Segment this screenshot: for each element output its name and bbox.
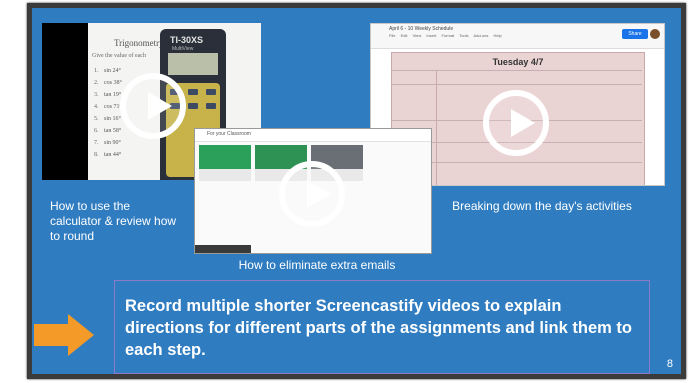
video-controls[interactable]: [195, 245, 251, 253]
slide-page-number: 8: [666, 358, 673, 370]
doc-menu-item[interactable]: Edit: [401, 33, 408, 38]
play-icon[interactable]: [279, 161, 345, 227]
doc-filename: April 6 - 10 Weekly Schedule: [389, 26, 454, 32]
doc-menu-item[interactable]: File: [389, 33, 395, 38]
calculator-brand-label: TI-30XS: [170, 35, 204, 45]
calculator-key: [188, 103, 198, 109]
share-button[interactable]: Share: [622, 29, 648, 39]
video-thumbnail-emails[interactable]: For your Classroom: [194, 128, 432, 254]
table-row: [391, 84, 642, 85]
doc-toolbar: April 6 - 10 Weekly Schedule File Edit V…: [371, 24, 664, 49]
classroom-header-text: For your Classroom: [207, 131, 251, 137]
callout-text: Record multiple shorter Screencastify vi…: [125, 297, 632, 359]
doc-menu-item[interactable]: Tools: [459, 33, 468, 38]
calculator-screen: [168, 53, 218, 75]
doc-title: Tuesday 4/7: [492, 57, 544, 67]
video-caption-calculator: How to use the calculator & review how t…: [50, 199, 177, 243]
play-icon[interactable]: [483, 90, 549, 156]
presentation-slide: Trigonometry Workshe Give the value of e…: [27, 3, 686, 379]
worksheet-subtitle: Give the value of each: [92, 53, 146, 59]
video-caption-emails: How to eliminate extra emails: [238, 258, 396, 272]
play-icon[interactable]: [120, 73, 186, 139]
worksheet-expression: sin 90°: [104, 140, 121, 146]
calculator-key: [206, 103, 216, 109]
callout-box: Record multiple shorter Screencastify vi…: [114, 280, 650, 374]
doc-menu-item[interactable]: Help: [493, 33, 501, 38]
worksheet-expression: tan 44°: [104, 152, 122, 158]
doc-menu-item[interactable]: View: [413, 33, 422, 38]
doc-menu-item[interactable]: Add-ons: [473, 33, 488, 38]
doc-menu-item[interactable]: Insert: [426, 33, 436, 38]
calculator-key: [188, 89, 198, 95]
video-caption-schedule: Breaking down the day's activities: [452, 199, 632, 213]
doc-menu-item[interactable]: Format: [441, 33, 454, 38]
calculator-key: [206, 89, 216, 95]
doc-menu: File Edit View Insert Format Tools Add-o…: [389, 33, 506, 38]
left-black-bar: [42, 23, 88, 180]
class-card[interactable]: [199, 145, 251, 181]
classroom-header: For your Classroom: [195, 129, 431, 142]
avatar[interactable]: [650, 29, 660, 39]
calculator-subtitle-label: MultiView: [172, 46, 194, 52]
right-arrow-icon: [34, 314, 94, 356]
table-row: [391, 70, 642, 71]
